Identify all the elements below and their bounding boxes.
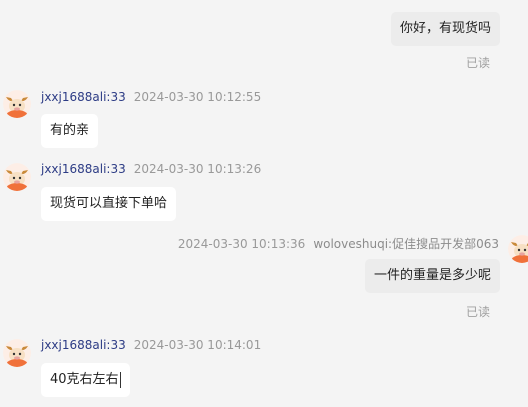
message-meta: 2024-03-30 10:13:36 woloveshuqi:促佳搜品开发部06… [178,235,499,252]
text-cursor [119,371,121,388]
ox-mascot-icon [3,339,31,367]
ox-mascot-icon [3,90,31,118]
message-meta: jxxj1688ali:33 2024-03-30 10:14:01 [41,338,261,352]
message-time: 2024-03-30 10:12:55 [133,90,262,104]
message-meta: jxxj1688ali:33 2024-03-30 10:13:26 [41,162,261,176]
message-time: 2024-03-30 10:14:01 [133,338,262,352]
message-bubble-incoming: 有的亲 [41,114,99,148]
read-status: 已读 [465,305,490,319]
avatar[interactable] [3,339,31,367]
sender-name[interactable]: jxxj1688ali:33 [41,338,126,352]
message-bubble-incoming: 现货可以直接下单哈 [41,187,177,221]
message-bubble-outgoing: 你好，有现货吗 [390,12,500,46]
message-time: 2024-03-30 10:13:26 [133,162,262,176]
read-status: 已读 [465,56,490,70]
ox-mascot-icon [3,163,31,191]
message-bubble-outgoing: 一件的重量是多少呢 [364,259,500,293]
sender-name[interactable]: jxxj1688ali:33 [41,90,126,104]
message-bubble-incoming[interactable]: 40克右左右 [41,363,130,397]
message-meta: jxxj1688ali:33 2024-03-30 10:12:55 [41,90,261,104]
avatar[interactable] [3,163,31,191]
sender-name[interactable]: jxxj1688ali:33 [41,162,126,176]
message-time: 2024-03-30 10:13:36 [177,237,306,251]
sender-name[interactable]: woloveshuqi:促佳搜品开发部063 [313,237,499,251]
ox-mascot-icon [508,235,528,263]
avatar[interactable] [3,90,31,118]
chat-thread[interactable]: 你好，有现货吗 已读 jxxj1688ali:33 2024-03-30 10:1… [0,0,528,407]
message-text: 40克右左右 [50,372,119,387]
avatar[interactable] [508,235,528,263]
